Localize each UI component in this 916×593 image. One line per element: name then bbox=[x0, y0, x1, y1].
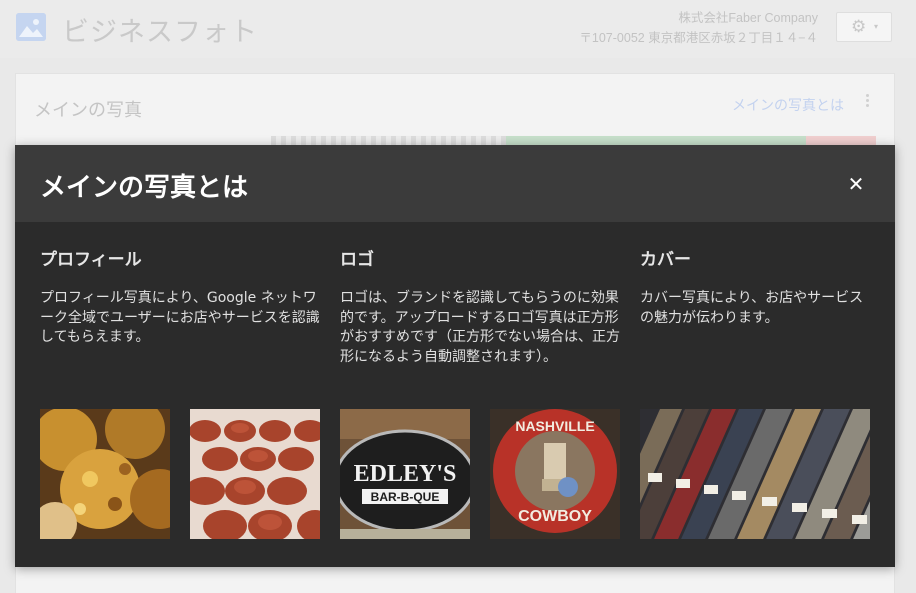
profile-example-image-cupcakes bbox=[190, 409, 320, 539]
main-photo-info-dialog: メインの写真とは ✕ プロフィール プロフィール写真により、Google ネット… bbox=[15, 145, 895, 567]
main-photo-info-link[interactable]: メインの写真とは bbox=[732, 95, 844, 115]
logo-example-image-bbq-sign: EDLEY'S BAR-B-QUE bbox=[340, 409, 470, 539]
company-info: 株式会社Faber Company 〒107-0052 東京都港区赤坂２丁目１４… bbox=[579, 8, 818, 48]
company-address: 〒107-0052 東京都港区赤坂２丁目１４−４ bbox=[579, 31, 818, 45]
cover-heading: カバー bbox=[640, 250, 691, 270]
bbq-sign-sub: BAR-B-QUE bbox=[371, 490, 440, 504]
app-title: ビジネスフォト bbox=[62, 17, 258, 48]
dialog-header: メインの写真とは ✕ bbox=[15, 145, 895, 222]
close-icon[interactable]: ✕ bbox=[841, 169, 871, 199]
settings-button[interactable]: ⚙ ▾ bbox=[836, 12, 892, 42]
chevron-down-icon: ▾ bbox=[874, 22, 879, 31]
profile-heading: プロフィール bbox=[40, 250, 142, 270]
dialog-title: メインの写真とは bbox=[40, 173, 249, 203]
cover-example-image-fabric-rolls bbox=[640, 409, 870, 539]
profile-description: プロフィール写真により、Google ネットワーク全域でユーザーにお店やサービス… bbox=[40, 290, 320, 345]
logo-heading: ロゴ bbox=[340, 250, 374, 270]
top-bar: ビジネスフォト 株式会社Faber Company 〒107-0052 東京都港… bbox=[0, 0, 916, 58]
more-options-icon[interactable] bbox=[866, 92, 870, 109]
cowboy-sign-top: NASHVILLE bbox=[515, 418, 594, 434]
gear-icon: ⚙ bbox=[851, 17, 867, 37]
cover-description: カバー写真により、お店やサービスの魅力が伝わります。 bbox=[640, 290, 864, 326]
profile-example-image-pastries bbox=[40, 409, 170, 539]
logo-description: ロゴは、ブランドを認識してもらうのに効果的です。アップロードするロゴ写真は正方形… bbox=[340, 290, 620, 365]
card-title: メインの写真 bbox=[34, 100, 142, 121]
cover-column: カバー カバー写真により、お店やサービスの魅力が伝わります。 bbox=[640, 245, 875, 328]
photo-icon bbox=[16, 13, 46, 41]
cowboy-sign-bottom: COWBOY bbox=[518, 508, 592, 525]
company-name: 株式会社Faber Company bbox=[678, 11, 818, 25]
logo-example-image-cowboy-sign: NASHVILLE COWBOY bbox=[490, 409, 620, 539]
logo-column: ロゴ ロゴは、ブランドを認識してもらうのに効果的です。アップロードするロゴ写真は… bbox=[340, 245, 625, 367]
bbq-sign-name: EDLEY'S bbox=[354, 461, 457, 487]
profile-column: プロフィール プロフィール写真により、Google ネットワーク全域でユーザーに… bbox=[40, 245, 325, 348]
